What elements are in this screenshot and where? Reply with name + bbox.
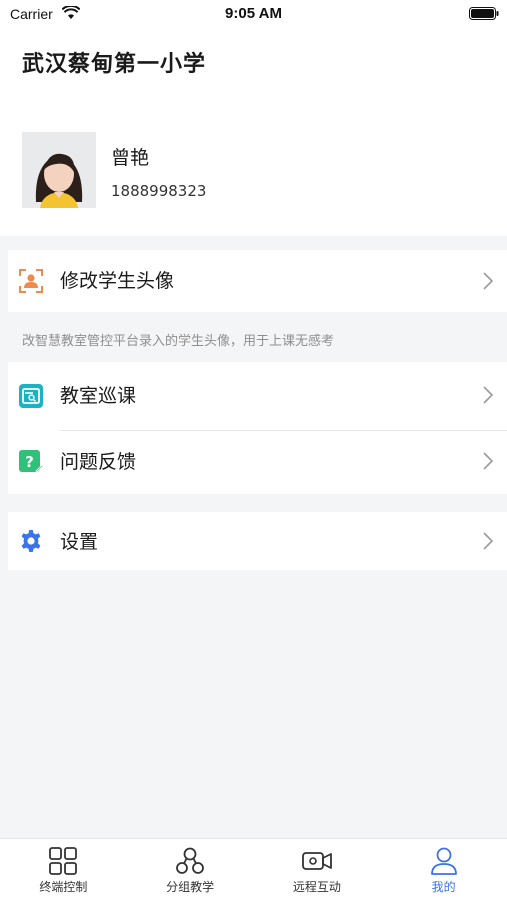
avatar[interactable] [22,132,96,208]
tab-remote-interaction[interactable]: 远程互动 [254,839,381,900]
settings-card: 设置 [8,512,507,570]
chevron-right-icon [483,532,493,550]
battery-icon [469,7,499,20]
gear-icon [21,530,41,552]
edit-avatar-card: 修改学生头像 [8,250,507,312]
svg-text:?: ? [25,453,34,471]
avatar-hint-text: 改智慧教室管控平台录入的学生头像，用于上课无感考 [22,334,335,349]
tab-mine[interactable]: 我的 [380,839,507,900]
chevron-right-icon [483,452,493,470]
tab-label: 远程互动 [292,880,341,894]
person-frame-icon [19,269,43,293]
patrol-monitor-icon [19,384,43,408]
menu-item-feedback[interactable]: ? 问题反馈 [8,430,507,494]
video-camera-icon [301,852,332,870]
group-icon [176,847,205,874]
menu-item-label: 问题反馈 [60,451,137,473]
avatar-image [22,132,96,208]
menu-item-label: 教室巡课 [60,385,137,407]
chevron-right-icon [483,272,493,290]
menu-item-settings[interactable]: 设置 [8,512,507,570]
user-icon [430,847,457,875]
question-feedback-icon: ? [19,450,43,473]
grid-icon [49,847,78,875]
menu-item-label: 设置 [60,531,99,553]
tab-label: 我的 [431,880,456,894]
tab-label: 终端控制 [39,880,88,894]
tab-group-teaching[interactable]: 分组教学 [127,839,254,900]
tab-label: 分组教学 [166,880,215,894]
menu-item-classroom-patrol[interactable]: 教室巡课 [8,362,507,426]
user-name: 曾艳 [111,147,150,169]
user-phone: 1888998323 [111,182,207,200]
menu-item-label: 修改学生头像 [60,270,175,292]
status-time: 9:05 AM [225,5,282,22]
tab-terminal-control[interactable]: 终端控制 [0,839,127,900]
profile-header: 武汉蔡甸第一小学 曾艳 1888998323 [0,28,507,236]
bottom-tab-bar: 终端控制 分组教学 远程互动 我的 [0,838,507,900]
menu-item-edit-avatar[interactable]: 修改学生头像 [8,250,507,312]
page-title: 武汉蔡甸第一小学 [22,52,207,77]
status-bar: Carrier 9:05 AM [0,0,507,28]
tools-card: 教室巡课 ? 问题反馈 [8,362,507,494]
chevron-right-icon [483,386,493,404]
